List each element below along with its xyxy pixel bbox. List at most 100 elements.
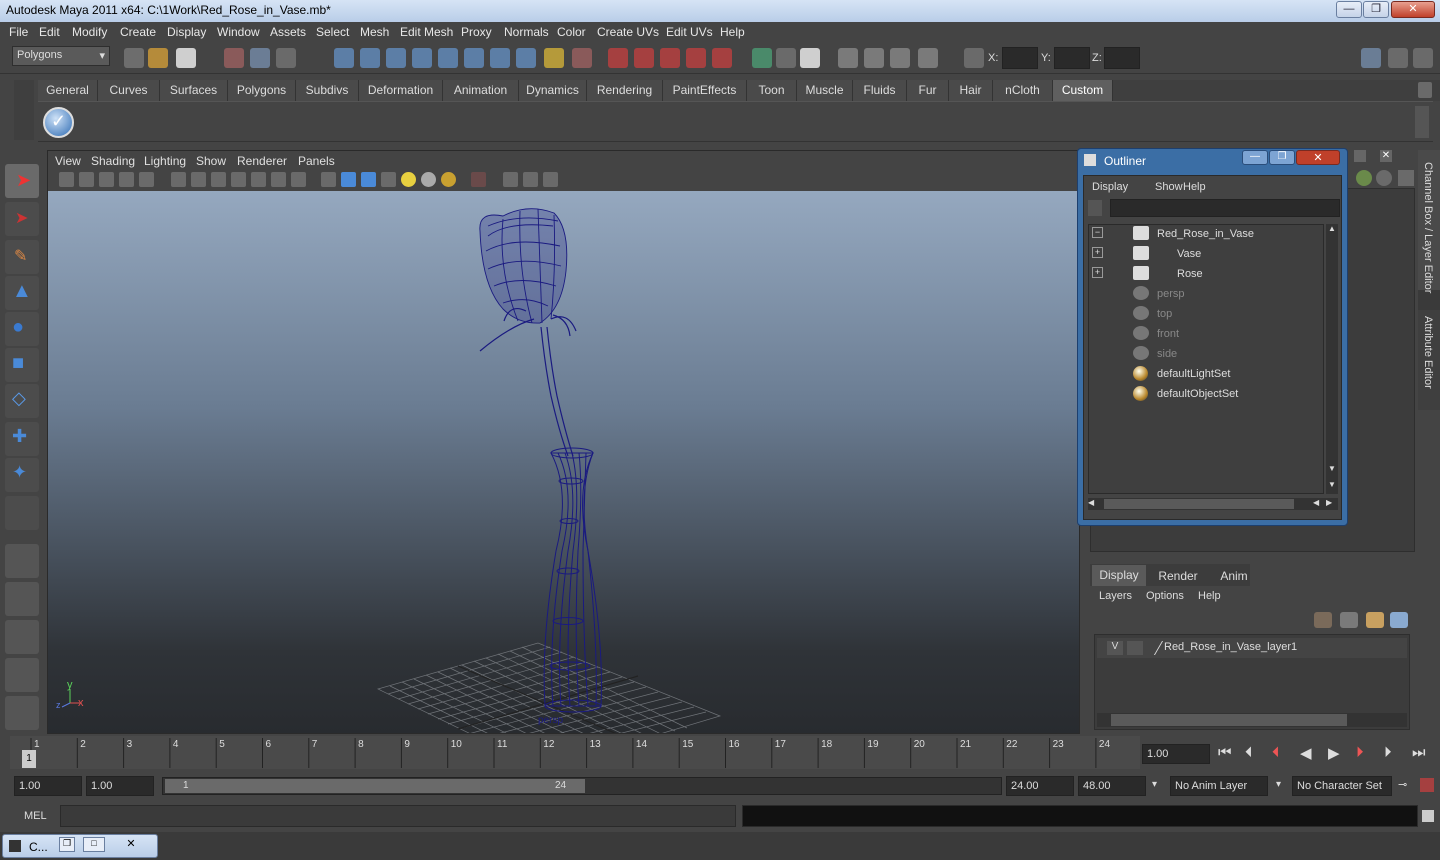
float-panel-icon[interactable]	[1354, 150, 1366, 162]
viewport-scene[interactable]: persp y x z	[48, 191, 1079, 733]
snap-curve-icon[interactable]	[360, 48, 380, 68]
render-view-icon[interactable]	[608, 48, 628, 68]
resolution-gate-icon[interactable]	[523, 172, 538, 187]
outliner-item-top[interactable]: top	[1089, 305, 1325, 323]
tab-custom[interactable]: Custom	[1053, 80, 1113, 101]
outliner-menu-help[interactable]: Help	[1183, 181, 1206, 193]
text-icon[interactable]	[291, 172, 306, 187]
tab-curves[interactable]: Curves	[98, 80, 160, 101]
tab-ncloth[interactable]: nCloth	[993, 80, 1053, 101]
tab-dynamics[interactable]: Dynamics	[519, 80, 587, 101]
lasso-tool-icon[interactable]: ➤	[5, 202, 39, 236]
snap-plane-icon[interactable]	[412, 48, 432, 68]
maximize-small-button[interactable]: □	[83, 837, 105, 852]
absolute-transform-icon[interactable]	[964, 48, 984, 68]
vp-menu-renderer[interactable]: Renderer	[237, 154, 287, 168]
smooth-shade-icon[interactable]	[191, 172, 206, 187]
mode-dropdown[interactable]: Polygons ▾	[12, 46, 110, 66]
expand-icon[interactable]: +	[1092, 247, 1103, 258]
persp-graph-layout-icon[interactable]	[5, 658, 39, 692]
tumble-icon[interactable]	[890, 48, 910, 68]
menu-select[interactable]: Select	[316, 25, 349, 39]
layer-visibility-toggle[interactable]: V	[1107, 641, 1123, 655]
input-line-icon[interactable]	[752, 48, 772, 68]
channel-box-tab[interactable]: Channel Box / Layer Editor	[1418, 150, 1440, 293]
hypershade-icon[interactable]	[712, 48, 732, 68]
default-material-icon[interactable]	[361, 172, 376, 187]
animation-prefs-icon[interactable]	[1420, 778, 1434, 792]
channel-settings-icon[interactable]	[1376, 170, 1392, 186]
select-object-icon[interactable]	[250, 48, 270, 68]
vp-menu-shading[interactable]: Shading	[91, 154, 135, 168]
menu-modify[interactable]: Modify	[72, 25, 107, 39]
end-time-field[interactable]: 48.00	[1078, 776, 1146, 796]
snap-view-icon[interactable]	[490, 48, 510, 68]
outliner-menu-display[interactable]: Display	[1092, 181, 1128, 193]
tab-fluids[interactable]: Fluids	[853, 80, 907, 101]
film-icon[interactable]	[864, 48, 884, 68]
tab-hair[interactable]: Hair	[949, 80, 993, 101]
outliner-search-input[interactable]	[1110, 199, 1340, 217]
layer-tab-render[interactable]: Render	[1150, 565, 1206, 586]
channel-box-toggle-icon[interactable]	[1361, 48, 1381, 68]
tab-painteffects[interactable]: PaintEffects	[663, 80, 747, 101]
range-slider-thumb[interactable]: 1 24	[165, 779, 585, 793]
checker-icon[interactable]	[381, 172, 396, 187]
anim-layer-dropdown[interactable]: No Anim Layer	[1170, 776, 1268, 796]
attribute-editor-tab[interactable]: Attribute Editor	[1418, 310, 1440, 410]
trash-icon[interactable]	[1418, 82, 1432, 98]
scroll-right-icon[interactable]: ◀	[1313, 498, 1319, 507]
layer-row[interactable]: V Red_Rose_in_Vase_layer1	[1097, 638, 1407, 658]
outliner-item-vase[interactable]: + Vase	[1089, 245, 1325, 263]
command-input[interactable]	[60, 805, 736, 827]
menu-create[interactable]: Create	[120, 25, 156, 39]
menu-assets[interactable]: Assets	[270, 25, 306, 39]
show-manipulator-icon[interactable]: ✦	[5, 458, 39, 492]
x-field[interactable]	[1002, 47, 1038, 69]
all-lights-icon[interactable]	[421, 172, 436, 187]
tab-muscle[interactable]: Muscle	[797, 80, 853, 101]
channel-pick-icon[interactable]	[1398, 170, 1414, 186]
outliner-item-rose[interactable]: + Rose	[1089, 265, 1325, 283]
hypershade-layout-icon[interactable]	[5, 696, 39, 730]
outliner-item-red-rose-in-vase[interactable]: − Red_Rose_in_Vase	[1089, 225, 1325, 243]
help-icon[interactable]	[516, 48, 536, 68]
time-slider[interactable]: 1 2 3 4 5 6 7 8 9 10 11 12 13 14 15 16 17 18 19 20 21 22 23 24 …	[10, 736, 1140, 769]
tab-rendering[interactable]: Rendering	[587, 80, 663, 101]
snap-live-icon[interactable]	[464, 48, 484, 68]
persp-outliner-layout-icon[interactable]	[5, 620, 39, 654]
tab-toon[interactable]: Toon	[747, 80, 797, 101]
playback-start-field[interactable]: 1.00	[86, 776, 154, 796]
open-scene-icon[interactable]	[148, 48, 168, 68]
vp-menu-view[interactable]: View	[55, 154, 81, 168]
paint-select-tool-icon[interactable]: ✎	[5, 240, 39, 274]
dolly-icon[interactable]	[918, 48, 938, 68]
filter-icon[interactable]	[1088, 200, 1102, 216]
minimized-window[interactable]: C... ❐ □ ✕	[2, 834, 158, 858]
rename-icon[interactable]	[776, 48, 796, 68]
outliner-hscroll[interactable]: ◀ ◀ ▶	[1088, 498, 1338, 510]
scroll-bottom-icon[interactable]: ▼	[1326, 480, 1338, 492]
save-scene-icon[interactable]	[176, 48, 196, 68]
wireframe-icon[interactable]	[171, 172, 186, 187]
scroll-left-icon[interactable]: ◀	[1088, 498, 1094, 507]
z-field[interactable]	[1104, 47, 1140, 69]
play-forwards-icon[interactable]: ▶	[1328, 744, 1340, 762]
character-set-dropdown[interactable]: No Character Set	[1292, 776, 1392, 796]
menu-help[interactable]: Help	[720, 25, 745, 39]
shadows-icon[interactable]	[471, 172, 486, 187]
outliner-item-side[interactable]: side	[1089, 345, 1325, 363]
go-to-start-icon[interactable]: ⏮	[1218, 744, 1232, 761]
snap-point-icon[interactable]	[386, 48, 406, 68]
shaded-cube-icon[interactable]	[341, 172, 356, 187]
layer-display-type-toggle[interactable]	[1127, 641, 1143, 655]
tab-surfaces[interactable]: Surfaces	[160, 80, 228, 101]
wireframe-on-shaded-icon[interactable]	[211, 172, 226, 187]
menu-display[interactable]: Display	[167, 25, 206, 39]
ipr-render-icon[interactable]	[660, 48, 680, 68]
attribute-editor-toggle-icon[interactable]	[1413, 48, 1433, 68]
menu-normals[interactable]: Normals	[504, 25, 549, 39]
rotate-tool-icon[interactable]: ●	[5, 312, 39, 346]
tab-fur[interactable]: Fur	[907, 80, 949, 101]
layer-tab-anim[interactable]: Anim	[1208, 565, 1260, 586]
